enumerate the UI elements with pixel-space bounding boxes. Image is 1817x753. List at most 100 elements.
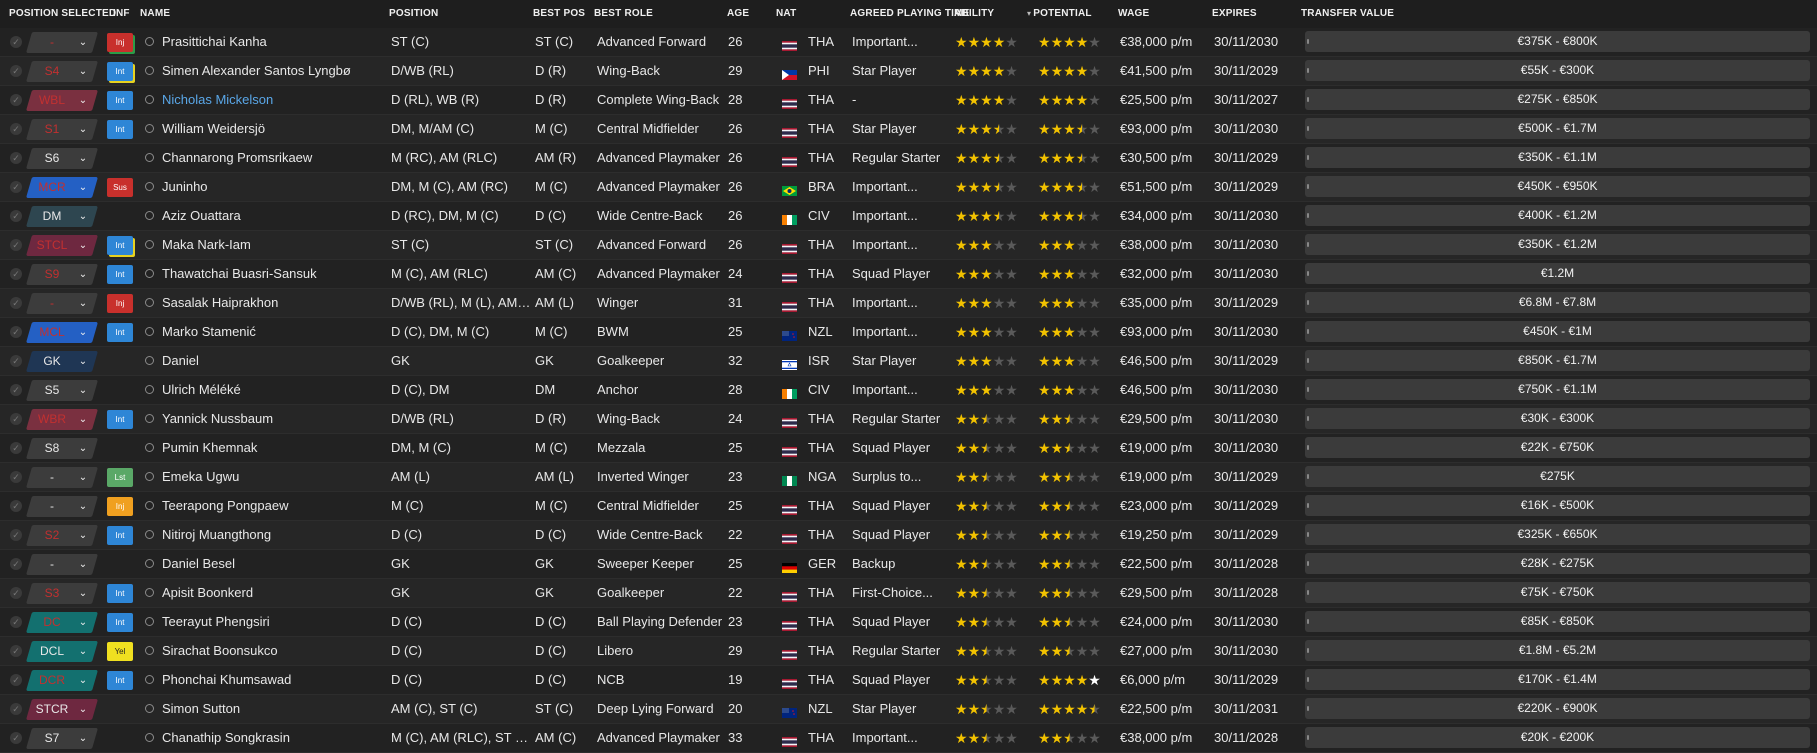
player-name[interactable]: Sirachat Boonsukco: [162, 637, 384, 665]
chevron-down-icon[interactable]: ⌄: [76, 699, 90, 720]
chevron-down-icon[interactable]: ⌄: [76, 177, 90, 198]
header-inf[interactable]: INF: [113, 0, 130, 28]
table-row[interactable]: ✓ DM ⌄ Aziz Ouattara D (RC), DM, M (C) D (C) W…: [0, 202, 1817, 231]
player-name[interactable]: Teerayut Phengsiri: [162, 608, 384, 636]
status-badge[interactable]: Int: [107, 584, 133, 603]
check-icon[interactable]: ✓: [10, 558, 22, 570]
table-row[interactable]: ✓ DCL ⌄ Yel Sirachat Boonsukco D (C) D (C) Libe…: [0, 637, 1817, 666]
chevron-down-icon[interactable]: ⌄: [76, 264, 90, 285]
status-badge[interactable]: Int: [107, 91, 133, 110]
header-expires[interactable]: EXPIRES: [1212, 0, 1257, 28]
check-icon[interactable]: ✓: [10, 384, 22, 396]
chevron-down-icon[interactable]: ⌄: [76, 641, 90, 662]
player-name[interactable]: Ulrich Méléké: [162, 376, 384, 404]
chevron-down-icon[interactable]: ⌄: [76, 496, 90, 517]
transfer-value[interactable]: €55K - €300K: [1305, 60, 1810, 81]
player-name[interactable]: Daniel Besel: [162, 550, 384, 578]
table-row[interactable]: ✓ - ⌄ Inj Prasittichai Kanha ST (C) ST (C) Adva…: [0, 28, 1817, 57]
header-agreed-playing-time[interactable]: AGREED PLAYING TIME: [850, 0, 970, 28]
check-icon[interactable]: ✓: [10, 703, 22, 715]
table-row[interactable]: ✓ S6 ⌄ Channarong Promsrikaew M (RC), AM (RL…: [0, 144, 1817, 173]
player-name[interactable]: Daniel: [162, 347, 384, 375]
chevron-down-icon[interactable]: ⌄: [76, 467, 90, 488]
status-badge[interactable]: Int: [107, 613, 133, 632]
chevron-down-icon[interactable]: ⌄: [76, 148, 90, 169]
header-transfer-value[interactable]: TRANSFER VALUE: [1301, 0, 1394, 28]
check-icon[interactable]: ✓: [10, 674, 22, 686]
transfer-value[interactable]: €350K - €1.1M: [1305, 147, 1810, 168]
status-badge[interactable]: Int: [107, 236, 133, 255]
table-row[interactable]: ✓ DC ⌄ Int Teerayut Phengsiri D (C) D (C) Ball …: [0, 608, 1817, 637]
check-icon[interactable]: ✓: [10, 471, 22, 483]
status-badge[interactable]: Inj: [107, 33, 133, 52]
status-badge[interactable]: Int: [107, 120, 133, 139]
check-icon[interactable]: ✓: [10, 152, 22, 164]
table-row[interactable]: ✓ S3 ⌄ Int Apisit Boonkerd GK GK Goalkeeper 22 TH…: [0, 579, 1817, 608]
table-row[interactable]: ✓ - ⌄ Lst Emeka Ugwu AM (L) AM (L) Inverted Win…: [0, 463, 1817, 492]
player-name[interactable]: Juninho: [162, 173, 384, 201]
transfer-value[interactable]: €500K - €1.7M: [1305, 118, 1810, 139]
header-wage[interactable]: WAGE: [1118, 0, 1149, 28]
table-row[interactable]: ✓ S7 ⌄ Chanathip Songkrasin M (C), AM (RLC),…: [0, 724, 1817, 753]
player-name[interactable]: Simon Sutton: [162, 695, 384, 723]
check-icon[interactable]: ✓: [10, 616, 22, 628]
table-row[interactable]: ✓ S1 ⌄ Int William Weidersjö DM, M/AM (C) M (C…: [0, 115, 1817, 144]
table-row[interactable]: ✓ STCL ⌄ Int Maka Nark-Iam ST (C) ST (C) Advanc…: [0, 231, 1817, 260]
check-icon[interactable]: ✓: [10, 123, 22, 135]
table-row[interactable]: ✓ - ⌄ Inj Teerapong Pongpaew M (C) M (C) Centra…: [0, 492, 1817, 521]
player-name[interactable]: Nicholas Mickelson: [162, 86, 384, 114]
transfer-value[interactable]: €450K - €950K: [1305, 176, 1810, 197]
player-name[interactable]: William Weidersjö: [162, 115, 384, 143]
player-name[interactable]: Chanathip Songkrasin: [162, 724, 384, 752]
table-row[interactable]: ✓ WBR ⌄ Int Yannick Nussbaum D/WB (RL) D (R) Wi…: [0, 405, 1817, 434]
check-icon[interactable]: ✓: [10, 181, 22, 193]
check-icon[interactable]: ✓: [10, 529, 22, 541]
chevron-down-icon[interactable]: ⌄: [76, 525, 90, 546]
chevron-down-icon[interactable]: ⌄: [76, 61, 90, 82]
player-name[interactable]: Maka Nark-Iam: [162, 231, 384, 259]
table-row[interactable]: ✓ DCR ⌄ Int Phonchai Khumsawad D (C) D (C) NCB 1…: [0, 666, 1817, 695]
check-icon[interactable]: ✓: [10, 239, 22, 251]
transfer-value[interactable]: €220K - €900K: [1305, 698, 1810, 719]
header-name[interactable]: NAME: [140, 0, 170, 28]
header-best-pos[interactable]: BEST POS: [533, 0, 585, 28]
check-icon[interactable]: ✓: [10, 65, 22, 77]
transfer-value[interactable]: €6.8M - €7.8M: [1305, 292, 1810, 313]
transfer-value[interactable]: €1.8M - €5.2M: [1305, 640, 1810, 661]
player-name[interactable]: Nitiroj Muangthong: [162, 521, 384, 549]
check-icon[interactable]: ✓: [10, 297, 22, 309]
transfer-value[interactable]: €450K - €1M: [1305, 321, 1810, 342]
player-name[interactable]: Simen Alexander Santos Lyngbø: [162, 57, 384, 85]
status-badge[interactable]: Int: [107, 410, 133, 429]
header-best-role[interactable]: BEST ROLE: [594, 0, 653, 28]
status-badge[interactable]: Sus: [107, 178, 133, 197]
transfer-value[interactable]: €16K - €500K: [1305, 495, 1810, 516]
player-name[interactable]: Aziz Ouattara: [162, 202, 384, 230]
table-row[interactable]: ✓ S5 ⌄ Ulrich Méléké D (C), DM DM Anchor 28 CIV I…: [0, 376, 1817, 405]
chevron-down-icon[interactable]: ⌄: [76, 293, 90, 314]
status-badge[interactable]: Inj: [107, 497, 133, 516]
check-icon[interactable]: ✓: [10, 268, 22, 280]
player-name[interactable]: Yannick Nussbaum: [162, 405, 384, 433]
table-row[interactable]: ✓ S8 ⌄ Pumin Khemnak DM, M (C) M (C) Mezzala 25…: [0, 434, 1817, 463]
check-icon[interactable]: ✓: [10, 442, 22, 454]
chevron-down-icon[interactable]: ⌄: [76, 206, 90, 227]
player-name[interactable]: Channarong Promsrikaew: [162, 144, 384, 172]
check-icon[interactable]: ✓: [10, 645, 22, 657]
check-icon[interactable]: ✓: [10, 587, 22, 599]
transfer-value[interactable]: €275K - €850K: [1305, 89, 1810, 110]
check-icon[interactable]: ✓: [10, 500, 22, 512]
player-name[interactable]: Marko Stamenić: [162, 318, 384, 346]
transfer-value[interactable]: €325K - €650K: [1305, 524, 1810, 545]
chevron-down-icon[interactable]: ⌄: [76, 119, 90, 140]
chevron-down-icon[interactable]: ⌄: [76, 554, 90, 575]
table-row[interactable]: ✓ S9 ⌄ Int Thawatchai Buasri-Sansuk M (C), AM…: [0, 260, 1817, 289]
chevron-down-icon[interactable]: ⌄: [76, 32, 90, 53]
player-name[interactable]: Thawatchai Buasri-Sansuk: [162, 260, 384, 288]
status-badge[interactable]: Inj: [107, 294, 133, 313]
player-name[interactable]: Apisit Boonkerd: [162, 579, 384, 607]
transfer-value[interactable]: €170K - €1.4M: [1305, 669, 1810, 690]
header-ability[interactable]: ABILITY: [954, 0, 994, 28]
chevron-down-icon[interactable]: ⌄: [76, 235, 90, 256]
header-position[interactable]: POSITION: [389, 0, 438, 28]
